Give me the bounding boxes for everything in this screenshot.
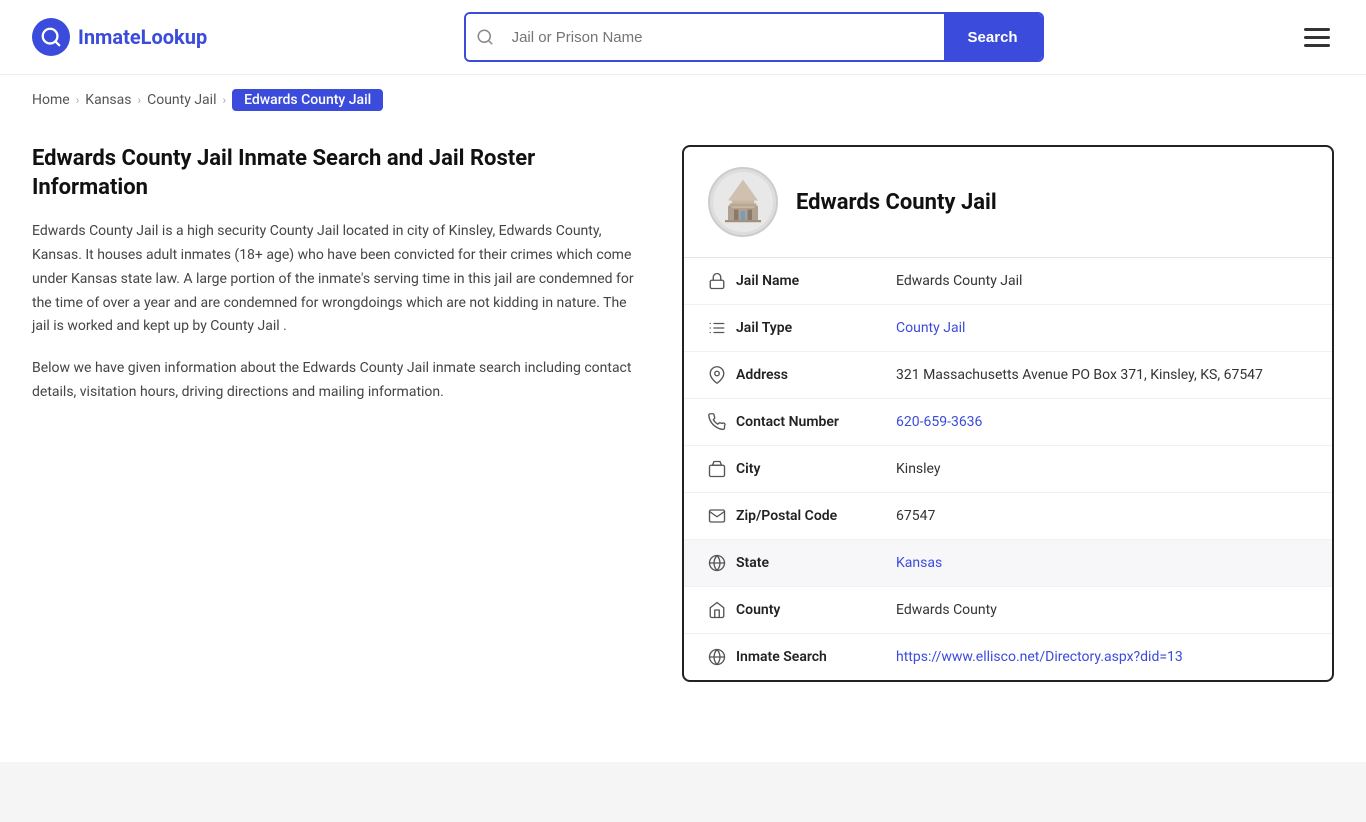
page-description-1: Edwards County Jail is a high security C… — [32, 220, 642, 339]
row-value[interactable]: 620-659-3636 — [896, 414, 1308, 430]
logo-text: InmateLookup — [78, 25, 207, 49]
chevron-icon: › — [76, 93, 80, 107]
search-area: Search — [464, 12, 1044, 62]
info-rows-container: Jail NameEdwards County JailJail TypeCou… — [684, 258, 1332, 680]
row-icon — [708, 366, 736, 384]
info-row: Jail NameEdwards County Jail — [684, 258, 1332, 305]
info-row: Address321 Massachusetts Avenue PO Box 3… — [684, 352, 1332, 399]
row-icon — [708, 413, 736, 431]
row-icon — [708, 272, 736, 290]
row-link[interactable]: County Jail — [896, 320, 965, 336]
hamburger-line — [1304, 44, 1330, 47]
row-icon — [708, 507, 736, 525]
row-label: Zip/Postal Code — [736, 508, 896, 524]
card-header: Edwards County Jail — [684, 147, 1332, 258]
breadcrumb-state[interactable]: Kansas — [85, 92, 131, 108]
right-column: Edwards County Jail Jail NameEdwards Cou… — [682, 145, 1334, 682]
left-column: Edwards County Jail Inmate Search and Ja… — [32, 145, 682, 405]
hamburger-line — [1304, 36, 1330, 39]
row-value: Edwards County — [896, 602, 1308, 618]
info-row: Jail TypeCounty Jail — [684, 305, 1332, 352]
row-link[interactable]: Kansas — [896, 555, 942, 571]
search-button[interactable]: Search — [944, 14, 1042, 60]
row-label: County — [736, 602, 896, 618]
site-header: InmateLookup Search — [0, 0, 1366, 75]
row-label: Contact Number — [736, 414, 896, 430]
page-description-2: Below we have given information about th… — [32, 357, 642, 405]
site-logo[interactable]: InmateLookup — [32, 18, 207, 56]
card-title: Edwards County Jail — [796, 190, 997, 215]
breadcrumb-home[interactable]: Home — [32, 92, 70, 108]
info-row: StateKansas — [684, 540, 1332, 587]
chevron-icon: › — [222, 93, 226, 107]
row-link[interactable]: https://www.ellisco.net/Directory.aspx?d… — [896, 649, 1183, 665]
row-icon — [708, 554, 736, 572]
row-label: City — [736, 461, 896, 477]
footer-space — [0, 762, 1366, 822]
row-value: 321 Massachusetts Avenue PO Box 371, Kin… — [896, 367, 1308, 383]
row-value: Kinsley — [896, 461, 1308, 477]
info-row: Zip/Postal Code67547 — [684, 493, 1332, 540]
row-link[interactable]: 620-659-3636 — [896, 414, 982, 430]
row-icon — [708, 601, 736, 619]
breadcrumb: Home › Kansas › County Jail › Edwards Co… — [0, 75, 1366, 125]
breadcrumb-current: Edwards County Jail — [232, 89, 383, 111]
info-card: Edwards County Jail Jail NameEdwards Cou… — [682, 145, 1334, 682]
row-value: 67547 — [896, 508, 1308, 524]
info-row: CountyEdwards County — [684, 587, 1332, 634]
row-value[interactable]: https://www.ellisco.net/Directory.aspx?d… — [896, 649, 1308, 665]
row-value[interactable]: County Jail — [896, 320, 1308, 336]
row-icon — [708, 319, 736, 337]
jail-avatar — [708, 167, 778, 237]
search-input[interactable] — [504, 14, 944, 60]
row-label: Address — [736, 367, 896, 383]
row-icon — [708, 648, 736, 666]
info-row: CityKinsley — [684, 446, 1332, 493]
logo-icon — [32, 18, 70, 56]
row-value[interactable]: Kansas — [896, 555, 1308, 571]
row-label: Jail Name — [736, 273, 896, 289]
search-icon — [466, 14, 504, 60]
row-label: Inmate Search — [736, 649, 896, 665]
row-label: Jail Type — [736, 320, 896, 336]
row-value: Edwards County Jail — [896, 273, 1308, 289]
row-icon — [708, 460, 736, 478]
hamburger-menu[interactable] — [1300, 24, 1334, 51]
info-row: Contact Number620-659-3636 — [684, 399, 1332, 446]
main-content: Edwards County Jail Inmate Search and Ja… — [0, 125, 1366, 722]
chevron-icon: › — [138, 93, 142, 107]
page-title: Edwards County Jail Inmate Search and Ja… — [32, 145, 642, 202]
search-wrapper: Search — [464, 12, 1044, 62]
row-label: State — [736, 555, 896, 571]
hamburger-line — [1304, 28, 1330, 31]
breadcrumb-type[interactable]: County Jail — [147, 92, 216, 108]
info-row: Inmate Searchhttps://www.ellisco.net/Dir… — [684, 634, 1332, 680]
